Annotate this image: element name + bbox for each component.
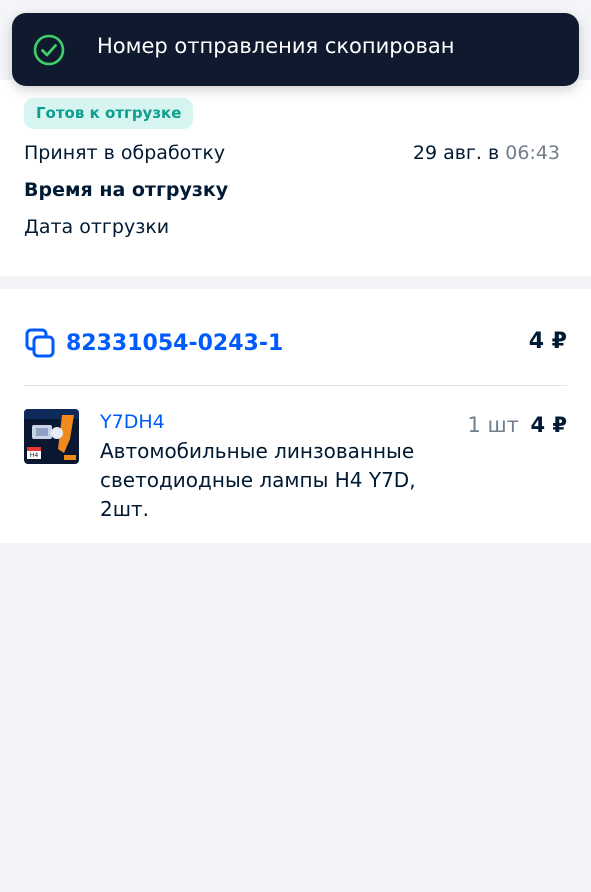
check-circle-icon [33,34,65,66]
page: Готов к отгрузке Принят в обработку 29 а… [0,0,591,892]
shipment-price: 4 ₽ [528,329,567,354]
shipment-number[interactable]: 82331054-0243-1 [66,331,283,356]
copy-icon[interactable] [24,327,56,359]
status-badge: Готов к отгрузке [24,98,194,129]
accepted-time: 06:43 [505,142,560,164]
shipping-date-label: Дата отгрузки [24,216,170,238]
thumbnail-label: H4 [30,452,39,459]
divider [24,385,567,386]
item-sku-link[interactable]: Y7DH4 [100,411,165,433]
item-quantity: 1 шт [467,413,520,437]
toast-message: Номер отправления скопирован [97,34,455,58]
copied-toast[interactable]: Номер отправления скопирован [12,13,579,86]
item-price: 4 ₽ [530,413,567,437]
item-title[interactable]: Автомобильные линзованные светодиодные л… [100,437,460,524]
accepted-label: Принят в обработку [24,142,226,164]
shipment-number-copy[interactable]: 82331054-0243-1 [24,327,283,359]
product-thumbnail[interactable]: H4 [24,409,79,464]
order-card: 82331054-0243-1 4 ₽ H4 Y7DH4 1 шт 4 ₽ Ав… [0,289,591,543]
accepted-datetime: 29 авг. в 06:43 [413,142,560,164]
accepted-date: 29 авг. в [412,142,500,164]
shipping-time-label: Время на отгрузку [24,179,229,201]
